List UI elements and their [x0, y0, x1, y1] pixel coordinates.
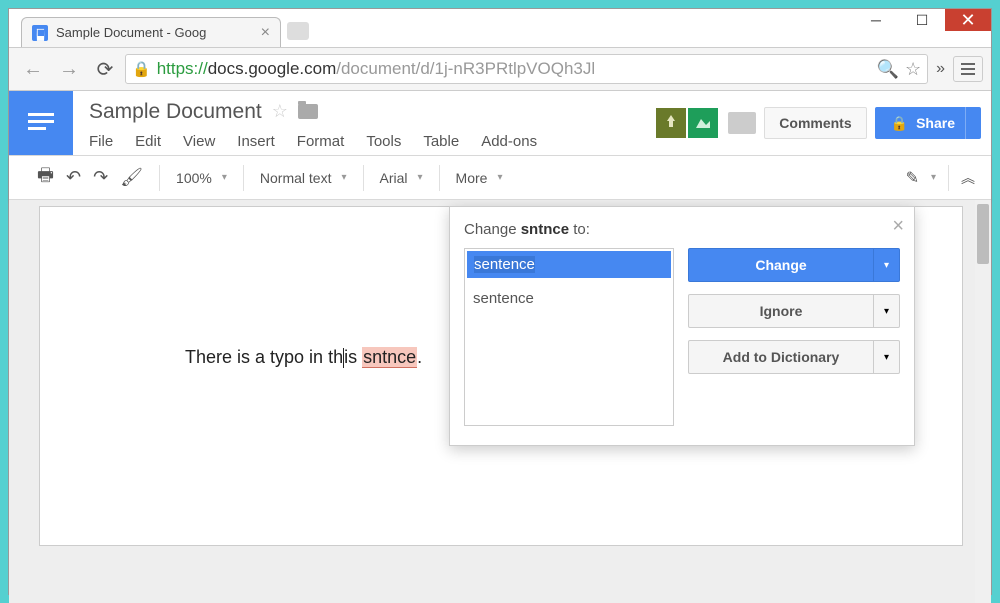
new-tab-button[interactable] [287, 22, 309, 40]
share-label: Share [916, 115, 955, 131]
tab-title: Sample Document - Goog [56, 25, 206, 40]
menu-file[interactable]: File [89, 133, 113, 150]
menu-insert[interactable]: Insert [237, 133, 275, 150]
lock-icon: 🔒 [891, 115, 908, 132]
bookmark-star-icon[interactable]: ☆ [905, 59, 921, 80]
zoom-dropdown[interactable]: 100%▾ [164, 156, 239, 199]
window-minimize-button[interactable]: ─ [853, 9, 899, 31]
suggestions-panel: sentence sentence [464, 248, 674, 426]
menu-tools[interactable]: Tools [366, 133, 401, 150]
suggestion-item[interactable]: sentence [465, 280, 673, 317]
misspelled-word[interactable]: sntnce [362, 347, 417, 368]
change-dropdown[interactable]: ▾ [874, 248, 900, 282]
presence-avatar-1[interactable] [656, 108, 686, 138]
add-to-dictionary-button[interactable]: Add to Dictionary [688, 340, 874, 374]
document-text[interactable]: There is a typo in this sntnce. [185, 347, 422, 368]
docs-logo-icon[interactable] [9, 91, 73, 155]
document-canvas: There is a typo in this sntnce. × Change… [9, 200, 991, 603]
text-run: There is a typo in th [185, 347, 343, 367]
address-bar[interactable]: 🔒 https://docs.google.com/document/d/1j-… [125, 54, 928, 84]
docs-header: Sample Document ☆ File Edit View Insert … [9, 91, 991, 156]
overflow-button[interactable]: » [932, 60, 949, 78]
chat-icon[interactable] [728, 112, 756, 134]
change-button[interactable]: Change [688, 248, 874, 282]
share-dropdown[interactable] [965, 107, 981, 139]
comments-button[interactable]: Comments [764, 107, 866, 139]
browser-tab[interactable]: Sample Document - Goog × [21, 17, 281, 47]
search-icon[interactable]: 🔍 [877, 59, 899, 80]
more-label: More [456, 170, 488, 186]
document-title[interactable]: Sample Document [89, 100, 262, 124]
prompt-word: sntnce [521, 221, 569, 238]
collapse-toolbar-icon[interactable]: ︽ [961, 168, 975, 188]
editing-mode-icon[interactable]: ✎ [906, 168, 919, 188]
forward-button[interactable]: → [53, 53, 85, 85]
style-value: Normal text [260, 170, 332, 186]
menu-edit[interactable]: Edit [135, 133, 161, 150]
spellcheck-prompt: Change sntnce to: [464, 221, 900, 238]
paint-format-icon[interactable]: 🖌 [120, 167, 143, 188]
browser-menu-button[interactable] [953, 56, 983, 82]
more-dropdown[interactable]: More▾ [444, 156, 515, 199]
editing-mode-dropdown[interactable]: ▾ [931, 172, 936, 183]
ignore-dropdown[interactable]: ▾ [874, 294, 900, 328]
prompt-prefix: Change [464, 221, 521, 238]
menu-view[interactable]: View [183, 133, 215, 150]
zoom-value: 100% [176, 170, 212, 186]
presence-avatars [656, 108, 718, 138]
tab-close-icon[interactable]: × [261, 24, 270, 42]
text-run: . [417, 347, 422, 367]
paragraph-style-dropdown[interactable]: Normal text▾ [248, 156, 359, 199]
presence-avatar-2[interactable] [688, 108, 718, 138]
back-button[interactable]: ← [17, 53, 49, 85]
ignore-button[interactable]: Ignore [688, 294, 874, 328]
menu-format[interactable]: Format [297, 133, 345, 150]
font-dropdown[interactable]: Arial▾ [368, 156, 435, 199]
window-close-button[interactable]: ✕ [945, 9, 991, 31]
menu-addons[interactable]: Add-ons [481, 133, 537, 150]
undo-icon[interactable]: ↶ [66, 167, 81, 188]
text-run: is [344, 347, 362, 367]
redo-icon[interactable]: ↷ [93, 167, 108, 188]
star-icon[interactable]: ☆ [272, 101, 288, 122]
browser-tabstrip: Sample Document - Goog × [21, 15, 309, 47]
print-icon[interactable]: 🖶 [37, 163, 54, 193]
url-host: docs.google.com [208, 59, 337, 79]
share-button[interactable]: 🔒 Share [875, 107, 971, 139]
close-icon[interactable]: × [892, 215, 904, 238]
reload-button[interactable]: ⟳ [89, 53, 121, 85]
menu-table[interactable]: Table [423, 133, 459, 150]
url-path: /document/d/1j-nR3PRtlpVOQh3Jl [336, 59, 595, 79]
spellcheck-dialog: × Change sntnce to: sentence sentence Ch… [449, 206, 915, 446]
scrollbar-thumb[interactable] [977, 204, 989, 264]
folder-icon[interactable] [298, 104, 318, 119]
browser-window: ─ ☐ ✕ Sample Document - Goog × ← → ⟳ 🔒 h… [8, 8, 992, 595]
prompt-suffix: to: [569, 221, 590, 238]
menu-bar: File Edit View Insert Format Tools Table… [89, 133, 656, 150]
browser-toolbar: ← → ⟳ 🔒 https://docs.google.com/document… [9, 47, 991, 91]
font-value: Arial [380, 170, 408, 186]
vertical-scrollbar[interactable] [975, 200, 991, 603]
docs-toolbar: 🖶 ↶ ↷ 🖌 100%▾ Normal text▾ Arial▾ More▾ [9, 156, 991, 200]
add-to-dictionary-dropdown[interactable]: ▾ [874, 340, 900, 374]
lock-icon: 🔒 [132, 60, 151, 78]
suggestion-input[interactable]: sentence [467, 251, 671, 278]
docs-favicon-icon [32, 25, 48, 41]
window-maximize-button[interactable]: ☐ [899, 9, 945, 31]
url-protocol: https:// [157, 59, 208, 79]
